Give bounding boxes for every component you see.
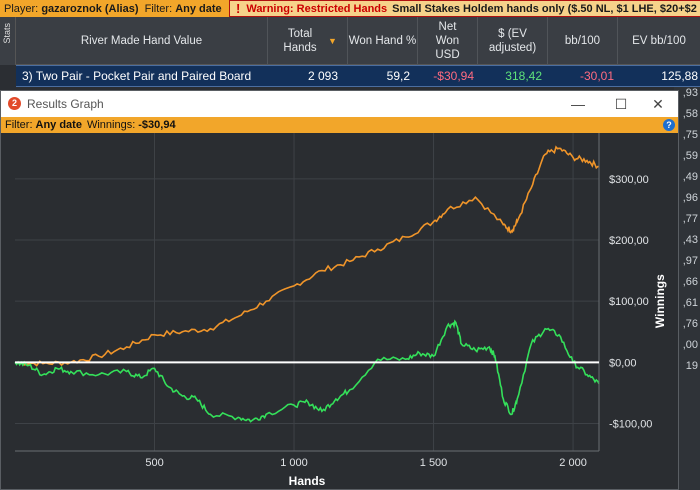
winnings-value: -$30,94 (138, 119, 176, 131)
sort-desc-icon: ▼ (328, 36, 337, 46)
x-tick-label: 1 500 (420, 457, 448, 469)
top-status-bar: Player: gazaroznok (Alias) Filter: Any d… (0, 0, 700, 17)
cell-ev-adjusted: 318,42 (505, 69, 542, 83)
filter-label: Filter: (144, 2, 173, 15)
window-titlebar[interactable]: 2 Results Graph — ☐ ✕ (1, 91, 678, 117)
x-axis-title: Hands (289, 474, 326, 488)
x-tick-label: 1 000 (280, 457, 308, 469)
table-row[interactable]: 3) Two Pair - Pocket Pair and Paired Boa… (16, 65, 700, 87)
warning-icon: ! (236, 1, 241, 16)
column-header-ev-adjusted[interactable]: $ (EV adjusted) (478, 17, 548, 65)
graph-filter-value[interactable]: Any date (36, 119, 82, 131)
close-button[interactable]: ✕ (638, 91, 678, 117)
y-tick-label: $200,00 (609, 235, 649, 247)
cell-hand-value: 3) Two Pair - Pocket Pair and Paired Boa… (22, 69, 252, 83)
filter-value[interactable]: Any date (175, 3, 221, 15)
results-graph-window: 2 Results Graph — ☐ ✕ Filter: Any date W… (0, 90, 679, 490)
warning-detail: Small Stakes Holdem hands only ($.50 NL,… (392, 2, 700, 15)
stats-side-tab[interactable]: Stats (0, 17, 16, 65)
graph-filter-bar: Filter: Any date Winnings: -$30,94 ? (1, 117, 678, 133)
chart-grid (15, 133, 599, 451)
x-tick-label: 2 000 (559, 457, 587, 469)
maximize-button[interactable]: ☐ (601, 91, 641, 117)
grid-header: River Made Hand Value Total Hands ▼ Won … (16, 17, 700, 65)
plot-area (15, 133, 599, 451)
cell-net-won: -$30,94 (433, 69, 474, 83)
app-logo-icon: 2 (8, 97, 21, 110)
minimize-button[interactable]: — (558, 91, 598, 117)
graph-filter-label: Filter: (5, 119, 33, 131)
column-header-net-won[interactable]: Net Won USD (418, 17, 478, 65)
y-tick-label: $300,00 (609, 174, 649, 186)
column-header-total-hands[interactable]: Total Hands ▼ (268, 17, 348, 65)
column-header-bb100[interactable]: bb/100 (548, 17, 618, 65)
cell-won-pct: 59,2 (386, 69, 410, 83)
window-title: Results Graph (27, 97, 104, 111)
cell-bb100: -30,01 (579, 69, 614, 83)
cell-ev-bb100: 125,88 (661, 69, 698, 83)
column-header-label: Total Hands (283, 28, 317, 54)
y-tick-label: $0,00 (609, 357, 637, 369)
player-value[interactable]: gazaroznok (Alias) (41, 3, 138, 15)
cell-total-hands: 2 093 (307, 69, 338, 83)
x-tick-label: 500 (145, 457, 163, 469)
stats-tab-label: Stats (2, 23, 12, 44)
winnings-label: Winnings: (86, 119, 136, 131)
column-header-won-hand-pct[interactable]: Won Hand % (348, 17, 418, 65)
y-tick-label: $100,00 (609, 296, 649, 308)
results-chart: 500 1 000 1 500 2 000 -$100,00 $0,00 $100,00 $2… (14, 133, 667, 488)
y-tick-label: -$100,00 (609, 418, 652, 430)
help-icon[interactable]: ? (663, 119, 675, 131)
warning-banner[interactable]: ! Warning: Restricted Hands Small Stakes… (229, 0, 700, 17)
y-axis-title: Winnings (653, 274, 667, 328)
player-label: Player: (4, 2, 39, 15)
column-header-ev-bb100[interactable]: EV bb/100 (618, 17, 700, 65)
column-header-hand-value[interactable]: River Made Hand Value (16, 17, 268, 65)
warning-title: Warning: Restricted Hands (246, 2, 388, 15)
